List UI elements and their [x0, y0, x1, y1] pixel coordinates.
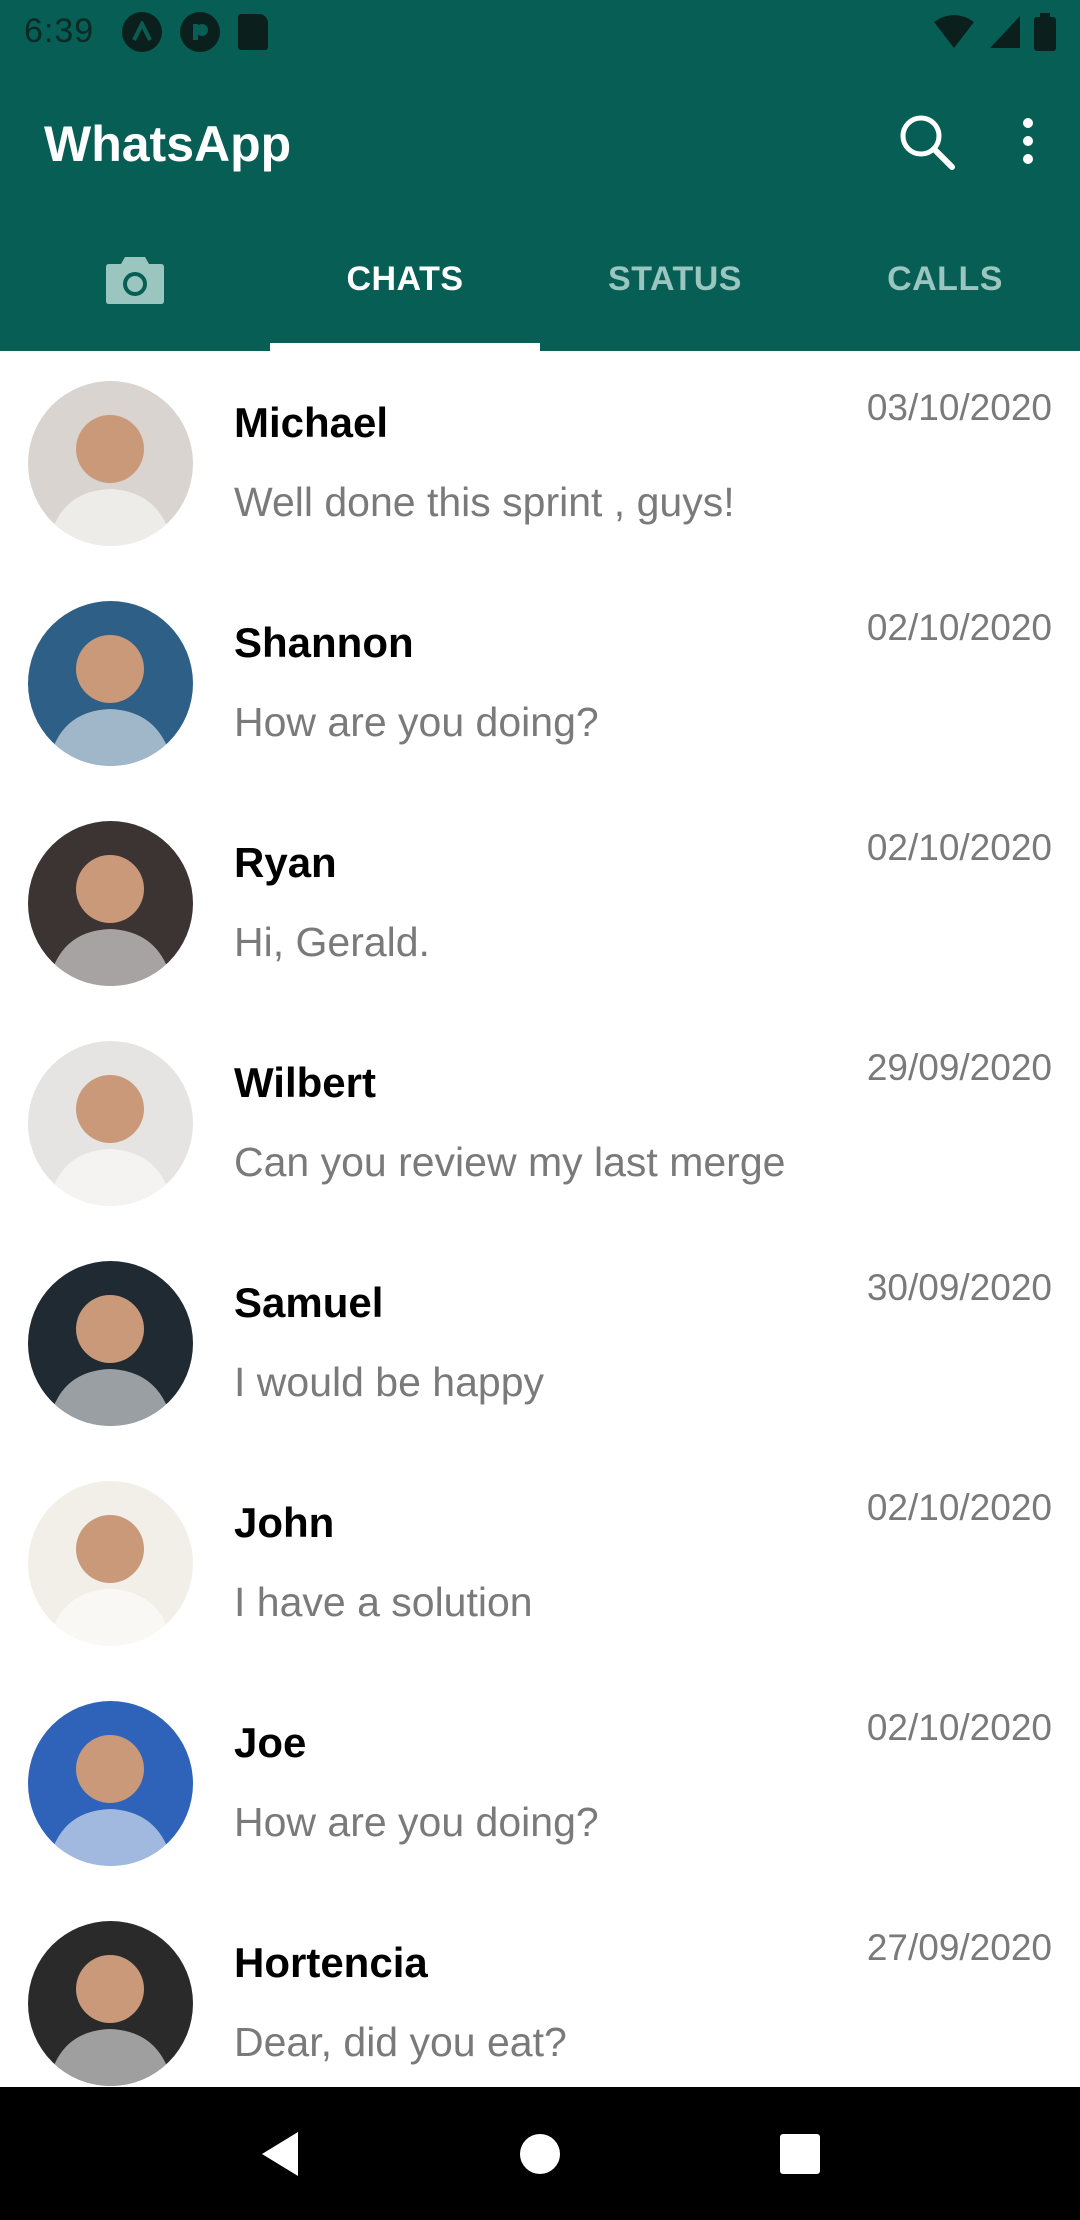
camera-icon — [106, 256, 164, 304]
more-options-button[interactable] — [1020, 117, 1036, 165]
avatar — [28, 1041, 193, 1206]
home-icon — [520, 2133, 560, 2174]
recents-button[interactable] — [755, 2109, 845, 2199]
status-time: 6:39 — [24, 12, 95, 50]
back-icon — [262, 2131, 298, 2176]
chat-date: 03/10/2020 — [866, 387, 1052, 428]
chat-item[interactable]: Hortencia Dear, did you eat? 27/09/2020 — [0, 1891, 1080, 2087]
chat-name: Shannon — [234, 619, 414, 666]
avatar — [28, 1261, 193, 1426]
chat-name: Samuel — [234, 1279, 384, 1326]
avatar — [28, 821, 193, 986]
chat-item[interactable]: Samuel I would be happy 30/09/2020 — [0, 1231, 1080, 1451]
chat-date: 27/09/2020 — [866, 1927, 1052, 1968]
avatar-image — [48, 1295, 173, 1426]
tab-calls[interactable]: CALLS — [810, 208, 1080, 351]
status-bar: 6:39 — [0, 0, 1080, 63]
tab-bar: CHATS STATUS CALLS — [0, 208, 1080, 351]
app-root: 6:39 WhatsApp CHATS STATUS CALLS Michael… — [0, 0, 1080, 2220]
tab-camera[interactable] — [0, 208, 270, 351]
chat-item[interactable]: Wilbert Can you review my last merge 29/… — [0, 1011, 1080, 1231]
chat-preview: Can you review my last merge — [234, 1139, 786, 1185]
more-vert-icon — [1023, 117, 1033, 164]
chat-preview: How are you doing? — [234, 1799, 599, 1845]
chat-list: Michael Well done this sprint , guys! 03… — [0, 351, 1080, 2087]
chat-name: John — [234, 1499, 335, 1546]
battery-icon — [1034, 12, 1056, 51]
avatar-image — [48, 635, 173, 766]
avatar-image — [48, 855, 173, 986]
tab-calls-label: CALLS — [887, 260, 1003, 298]
tab-status[interactable]: STATUS — [540, 208, 810, 351]
a-icon — [122, 11, 163, 52]
avatar-image — [48, 1955, 173, 2086]
chat-item[interactable]: Joe How are you doing? 02/10/2020 — [0, 1671, 1080, 1891]
chat-date: 29/09/2020 — [866, 1047, 1052, 1088]
app-bar: WhatsApp — [0, 63, 1080, 208]
avatar-image — [48, 415, 173, 546]
search-icon — [900, 115, 955, 170]
chat-date: 30/09/2020 — [866, 1267, 1052, 1308]
tab-chats-label: CHATS — [346, 260, 464, 298]
avatar-image — [48, 1515, 173, 1646]
chat-preview: I have a solution — [234, 1579, 533, 1625]
avatar — [28, 1921, 193, 2086]
chat-item[interactable]: John I have a solution 02/10/2020 — [0, 1451, 1080, 1671]
p-icon — [180, 11, 221, 52]
sd-card-icon — [238, 13, 269, 50]
chat-preview: Dear, did you eat? — [234, 2019, 567, 2065]
chat-name: Wilbert — [234, 1059, 376, 1106]
status-icons-right — [932, 12, 1056, 51]
app-title: WhatsApp — [44, 115, 292, 172]
chat-date: 02/10/2020 — [866, 607, 1052, 648]
chat-preview: Hi, Gerald. — [234, 919, 430, 965]
chat-name: Michael — [234, 399, 389, 446]
avatar — [28, 1701, 193, 1866]
chat-date: 02/10/2020 — [866, 1707, 1052, 1748]
avatar — [28, 601, 193, 766]
search-button[interactable] — [896, 111, 956, 171]
chat-item[interactable]: Michael Well done this sprint , guys! 03… — [0, 351, 1080, 571]
tab-chats[interactable]: CHATS — [270, 208, 540, 351]
status-icons-left — [122, 11, 269, 52]
chat-name: Hortencia — [234, 1939, 428, 1986]
chat-preview: I would be happy — [234, 1359, 545, 1405]
avatar-image — [48, 1735, 173, 1866]
wifi-icon — [934, 14, 974, 48]
chat-name: Ryan — [234, 839, 337, 886]
app-actions — [896, 111, 1036, 171]
system-nav-bar — [0, 2087, 1080, 2220]
home-button[interactable] — [495, 2109, 585, 2199]
tab-status-label: STATUS — [608, 260, 742, 298]
chat-preview: How are you doing? — [234, 699, 599, 745]
avatar-image — [48, 1075, 173, 1206]
signal-icon — [990, 15, 1020, 48]
chat-date: 02/10/2020 — [866, 827, 1052, 868]
chat-date: 02/10/2020 — [866, 1487, 1052, 1528]
recents-icon — [780, 2133, 820, 2174]
avatar — [28, 1481, 193, 1646]
back-button[interactable] — [235, 2109, 325, 2199]
chat-name: Joe — [234, 1719, 307, 1766]
chat-preview: Well done this sprint , guys! — [234, 479, 735, 525]
chat-item[interactable]: Shannon How are you doing? 02/10/2020 — [0, 571, 1080, 791]
chat-item[interactable]: Ryan Hi, Gerald. 02/10/2020 — [0, 791, 1080, 1011]
avatar — [28, 381, 193, 546]
